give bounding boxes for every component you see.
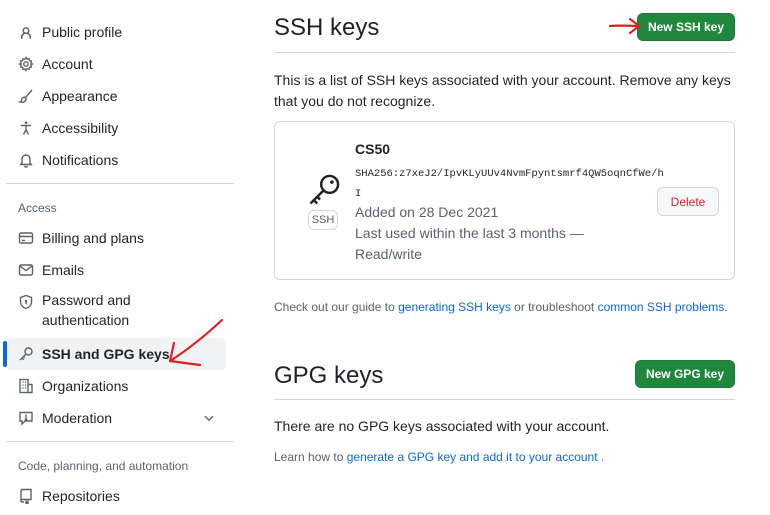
section-label-access: Access (18, 201, 57, 215)
chevron-down-icon[interactable] (202, 411, 216, 425)
accessibility-icon (17, 119, 35, 137)
mail-icon (17, 261, 35, 279)
sidebar-item-billing[interactable]: Billing and plans (6, 222, 226, 254)
learn-prefix: Learn how to (274, 450, 344, 464)
sidebar-item-password-authentication[interactable]: Password and authentication (6, 290, 226, 334)
ssh-heading-divider (274, 52, 735, 53)
sidebar-item-label: Appearance (42, 88, 118, 104)
sidebar-item-accessibility[interactable]: Accessibility (6, 112, 226, 144)
gear-icon (17, 55, 35, 73)
section-label-code-planning: Code, planning, and automation (18, 459, 189, 473)
sidebar-item-label: Organizations (42, 378, 129, 394)
key-icon (17, 345, 35, 363)
guide-mid: or troubleshoot (514, 300, 595, 314)
guide-suffix: . (724, 300, 728, 314)
report-icon (17, 409, 35, 427)
ssh-guide-text: Check out our guide to generating SSH ke… (274, 300, 728, 314)
paintbrush-icon (17, 87, 35, 105)
sidebar-item-repositories[interactable]: Repositories (6, 480, 226, 512)
sidebar-item-label: Billing and plans (42, 230, 144, 246)
ssh-description: This is a list of SSH keys associated wi… (274, 72, 731, 109)
credit-card-icon (17, 229, 35, 247)
guide-prefix: Check out our guide to (274, 300, 395, 314)
shield-lock-icon (17, 293, 35, 311)
sidebar-item-notifications[interactable]: Notifications (6, 144, 226, 176)
sidebar-item-account[interactable]: Account (6, 48, 226, 80)
sidebar-item-emails[interactable]: Emails (6, 254, 226, 286)
sidebar-item-organizations[interactable]: Organizations (6, 370, 226, 402)
settings-sidebar: Public profile Account Appearance Access… (0, 0, 240, 515)
new-gpg-key-button[interactable]: New GPG key (635, 360, 735, 388)
ssh-type-badge: SSH (308, 210, 338, 230)
ssh-key-fingerprint: SHA256:z7xeJ2/IpvKLyUUv4NvmFpyntsmrf4QW5… (355, 168, 664, 200)
generate-gpg-key-link[interactable]: generate a GPG key and add it to your ac… (347, 450, 598, 464)
bell-icon (17, 151, 35, 169)
delete-ssh-key-button[interactable]: Delete (657, 187, 719, 216)
sidebar-item-label: Notifications (42, 152, 119, 168)
generating-ssh-keys-link[interactable]: generating SSH keys (398, 300, 511, 314)
sidebar-divider (6, 441, 234, 442)
learn-suffix: . (600, 450, 605, 464)
new-ssh-key-button[interactable]: New SSH key (637, 13, 735, 41)
key-icon (309, 174, 340, 205)
active-indicator (3, 341, 7, 367)
ssh-keys-heading: SSH keys (274, 14, 380, 41)
sidebar-item-label: SSH and GPG keys (42, 346, 170, 362)
gpg-empty-text: There are no GPG keys associated with yo… (274, 418, 610, 434)
ssh-key-added-date: Added on 28 Dec 2021 (355, 204, 499, 220)
repo-icon (17, 487, 35, 505)
sidebar-item-label: Accessibility (42, 120, 119, 136)
sidebar-item-label: Account (42, 56, 93, 72)
organization-icon (17, 377, 35, 395)
common-ssh-problems-link[interactable]: common SSH problems (598, 300, 725, 314)
sidebar-item-label: Password and authentication (42, 292, 131, 328)
ssh-key-access: Read/write (355, 246, 422, 262)
gpg-keys-heading: GPG keys (274, 362, 384, 389)
person-icon (17, 23, 35, 41)
sidebar-item-moderation[interactable]: Moderation (6, 402, 226, 434)
ssh-key-last-used: Last used within the last 3 months — (355, 225, 584, 241)
sidebar-item-label: Public profile (42, 24, 123, 40)
gpg-heading-divider (274, 399, 735, 400)
sidebar-item-label: Emails (42, 262, 85, 278)
sidebar-item-appearance[interactable]: Appearance (6, 80, 226, 112)
gpg-learn-text: Learn how to generate a GPG key and add … (274, 450, 604, 464)
sidebar-item-public-profile[interactable]: Public profile (6, 16, 226, 48)
ssh-key-card: SSH CS50 SHA256:z7xeJ2/IpvKLyUUv4NvmFpyn… (274, 121, 735, 280)
ssh-key-name: CS50 (355, 141, 391, 157)
sidebar-item-ssh-gpg-keys[interactable]: SSH and GPG keys (6, 338, 226, 370)
sidebar-item-label: Moderation (42, 410, 113, 426)
sidebar-item-label: Repositories (42, 488, 120, 504)
sidebar-divider (6, 183, 234, 184)
